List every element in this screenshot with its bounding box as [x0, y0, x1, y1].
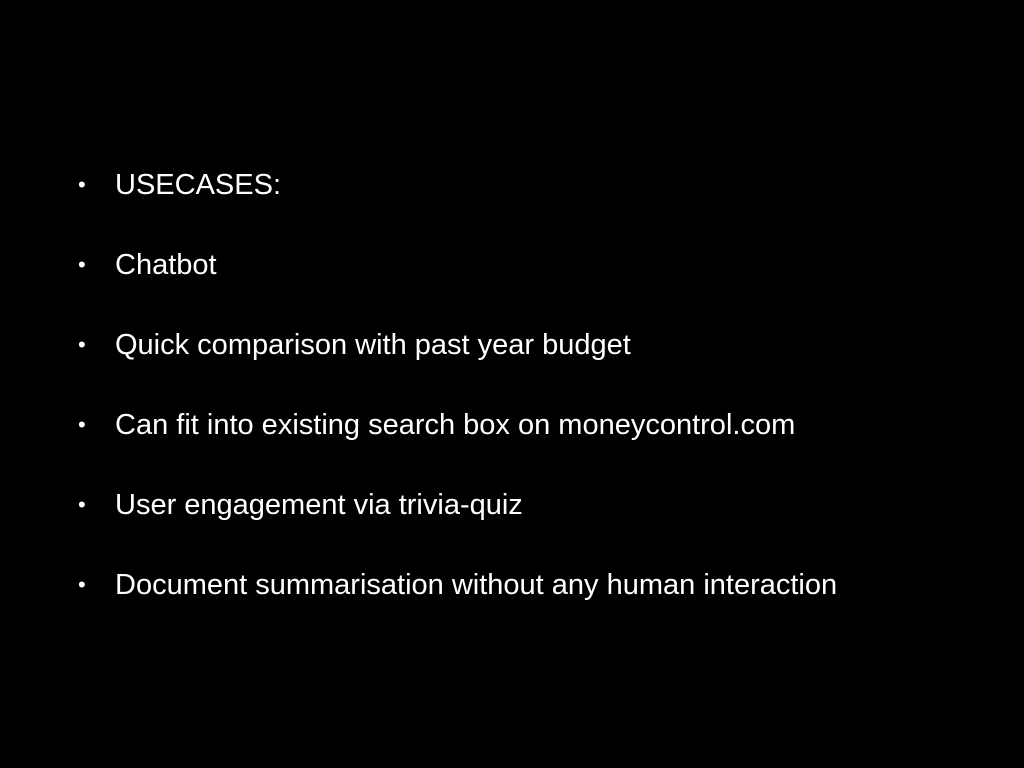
bullet-text: Can fit into existing search box on mone… [115, 409, 796, 441]
bullet-list: • USECASES: • Chatbot • Quick comparison… [0, 0, 1024, 768]
bullet-icon: • [78, 412, 86, 437]
bullet-text: Quick comparison with past year budget [115, 329, 631, 361]
bullet-item-budget-comparison: • Quick comparison with past year budget [78, 325, 631, 365]
bullet-text: Chatbot [115, 249, 217, 281]
bullet-icon: • [78, 492, 86, 517]
bullet-item-chatbot: • Chatbot [78, 245, 217, 285]
presentation-slide: • USECASES: • Chatbot • Quick comparison… [0, 0, 1024, 768]
bullet-icon: • [78, 332, 86, 357]
bullet-item-search-box: • Can fit into existing search box on mo… [78, 405, 795, 445]
bullet-text: User engagement via trivia-quiz [115, 489, 523, 521]
bullet-item-trivia-quiz: • User engagement via trivia-quiz [78, 485, 523, 525]
bullet-text: Document summarisation without any human… [115, 569, 838, 601]
bullet-icon: • [78, 252, 86, 277]
bullet-text: USECASES: [115, 169, 281, 201]
bullet-item-summarisation: • Document summarisation without any hum… [78, 565, 837, 605]
bullet-item-usecases: • USECASES: [78, 165, 281, 205]
bullet-icon: • [78, 572, 86, 597]
bullet-icon: • [78, 172, 86, 197]
